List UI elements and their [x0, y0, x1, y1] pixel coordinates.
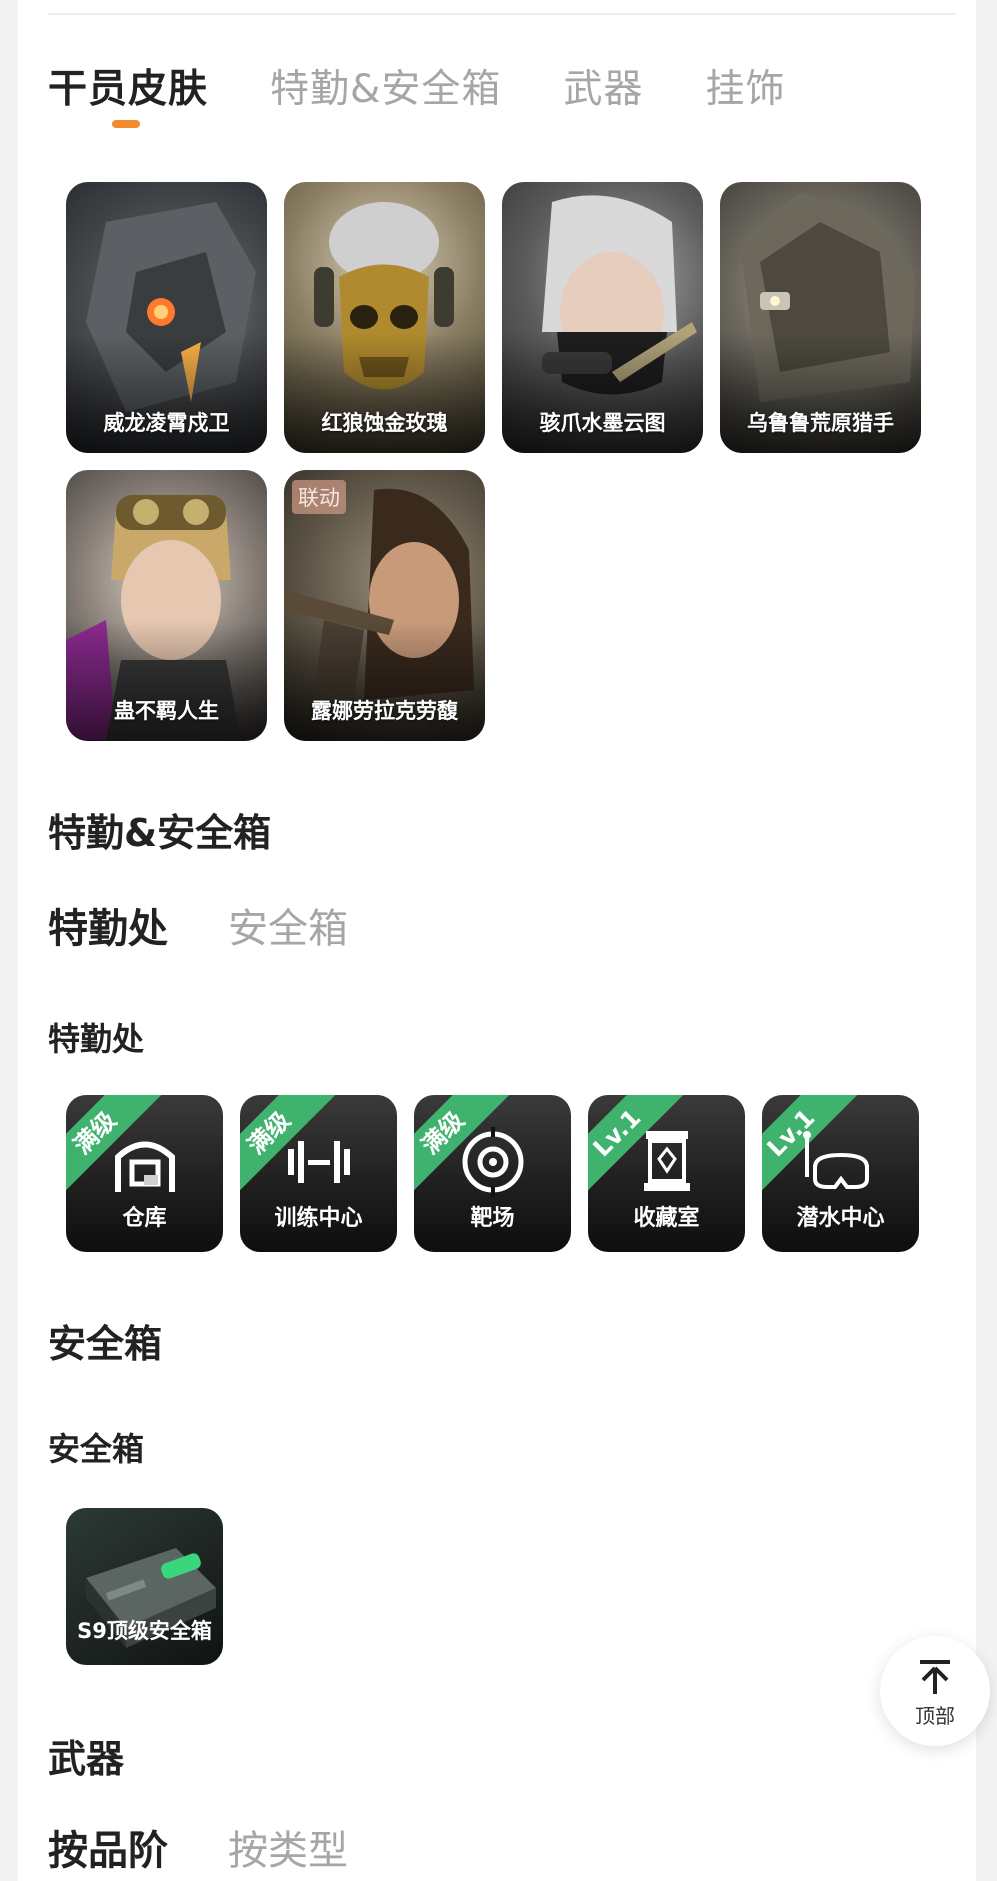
- facility-card-range[interactable]: 满级 靶场: [414, 1095, 571, 1252]
- skin-name: 红狼蚀金玫瑰: [321, 411, 448, 435]
- skin-card[interactable]: 骇爪水墨云图: [502, 182, 703, 453]
- tab-special-safebox[interactable]: 特勤&安全箱: [270, 58, 501, 114]
- tab-label: 干员皮肤: [48, 67, 209, 112]
- tab-label: 武器: [563, 67, 644, 112]
- display-case-icon: [643, 1131, 690, 1191]
- active-tab-indicator: [112, 120, 140, 128]
- divider: [48, 13, 956, 15]
- skin-name: 骇爪水墨云图: [539, 411, 666, 435]
- facility-name: 靶场: [470, 1206, 515, 1231]
- diving-mask-icon: [802, 1131, 869, 1189]
- facility-card-diving[interactable]: Lv.1 潜水中心: [762, 1095, 919, 1252]
- skin-card[interactable]: 威龙凌霄戍卫: [66, 182, 267, 453]
- tab-label: 特勤&安全箱: [270, 67, 502, 112]
- facility-card-collection[interactable]: Lv.1 收藏室: [588, 1095, 745, 1252]
- back-to-top-button[interactable]: 顶部: [880, 1636, 990, 1746]
- category-tabs: 干员皮肤 特勤&安全箱 武器 挂饰: [48, 58, 847, 138]
- facility-name: 仓库: [122, 1206, 167, 1231]
- skin-name: 露娜劳拉克劳馥: [311, 699, 458, 723]
- facility-card-training[interactable]: 满级 训练中心: [240, 1095, 397, 1252]
- tab-weapons[interactable]: 武器: [563, 58, 643, 114]
- safebox-name: S9顶级安全箱: [77, 1619, 212, 1643]
- back-to-top-label: 顶部: [915, 1704, 955, 1728]
- tab-label: 挂饰: [705, 67, 786, 112]
- skin-card[interactable]: 红狼蚀金玫瑰: [284, 182, 485, 453]
- skin-card[interactable]: 乌鲁鲁荒原猎手: [720, 182, 921, 453]
- tab-charms[interactable]: 挂饰: [705, 58, 785, 114]
- weapon-subtabs: 按品阶 按类型: [48, 1818, 408, 1876]
- section-title: 武器: [48, 1737, 125, 1781]
- target-icon: [462, 1127, 523, 1197]
- group-title: 特勤处: [48, 1020, 145, 1058]
- dumbbell-icon: [287, 1141, 350, 1183]
- skin-card[interactable]: 联动 露娜劳拉克劳馥: [284, 470, 485, 741]
- collab-badge: 联动: [292, 480, 346, 514]
- group-title: 安全箱: [48, 1430, 145, 1468]
- skin-name: 威龙凌霄戍卫: [103, 411, 230, 435]
- facility-name: 潜水中心: [796, 1206, 885, 1231]
- subtab-special-office[interactable]: 特勤处: [48, 896, 168, 954]
- skin-name: 蛊不羁人生: [114, 699, 219, 723]
- section-title: 安全箱: [48, 1322, 163, 1366]
- subtab-by-type[interactable]: 按类型: [228, 1818, 348, 1876]
- facility-name: 收藏室: [633, 1206, 700, 1231]
- special-subtabs: 特勤处 安全箱: [48, 896, 408, 954]
- facility-name: 训练中心: [274, 1206, 363, 1231]
- subtab-by-grade[interactable]: 按品阶: [48, 1818, 168, 1876]
- arrow-up-to-top-icon: [920, 1660, 950, 1694]
- facility-card-warehouse[interactable]: 满级 仓库: [66, 1095, 223, 1252]
- skin-name: 乌鲁鲁荒原猎手: [747, 411, 894, 435]
- safebox-card[interactable]: S9顶级安全箱: [66, 1508, 223, 1665]
- subtab-safebox[interactable]: 安全箱: [228, 896, 348, 954]
- tab-operator-skins[interactable]: 干员皮肤: [48, 58, 209, 128]
- skin-card[interactable]: 蛊不羁人生: [66, 470, 267, 741]
- section-title: 特勤&安全箱: [48, 811, 272, 855]
- warehouse-icon: [114, 1141, 175, 1192]
